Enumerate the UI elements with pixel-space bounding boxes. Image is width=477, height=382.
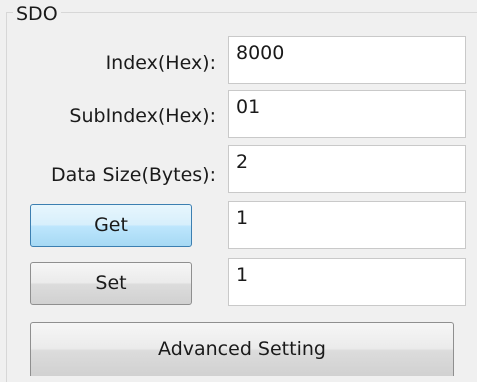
data-size-field[interactable]: 2 <box>228 145 466 193</box>
set-button[interactable]: Set <box>30 262 192 305</box>
index-field[interactable]: 8000 <box>228 36 466 84</box>
set-value-field[interactable]: 1 <box>228 258 466 306</box>
subindex-field[interactable]: 01 <box>228 90 466 138</box>
sdo-group-title: SDO <box>13 3 61 25</box>
subindex-label: SubIndex(Hex): <box>69 105 216 127</box>
advanced-setting-button[interactable]: Advanced Setting <box>30 322 454 376</box>
index-label: Index(Hex): <box>105 52 216 74</box>
get-button[interactable]: Get <box>30 204 192 247</box>
data-size-label: Data Size(Bytes): <box>51 164 216 186</box>
get-value-field[interactable]: 1 <box>228 201 466 249</box>
